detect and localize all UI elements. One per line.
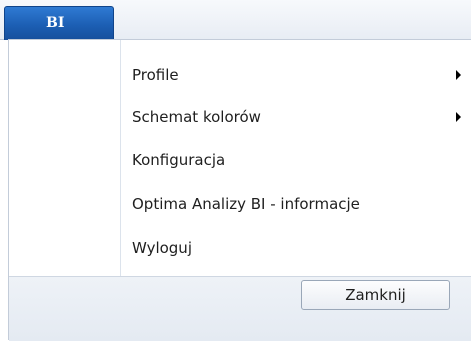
submenu-arrow-icon <box>456 112 461 122</box>
menu-item-label: Optima Analizy BI - informacje <box>132 195 360 213</box>
menu-item-label: Wyloguj <box>132 239 192 257</box>
menu-item-label: Konfiguracja <box>132 151 226 169</box>
close-button[interactable]: Zamknij <box>301 280 450 310</box>
menu-item-profile[interactable]: Profile <box>122 53 467 97</box>
menu-left-column <box>9 40 121 276</box>
menu-item-about[interactable]: Optima Analizy BI - informacje <box>122 182 467 226</box>
menu-item-logout[interactable]: Wyloguj <box>122 226 467 270</box>
menu-item-label: Profile <box>132 66 179 84</box>
menu-item-label: Schemat kolorów <box>132 108 261 126</box>
submenu-arrow-icon <box>456 70 461 80</box>
menu-item-color-scheme[interactable]: Schemat kolorów <box>122 95 467 139</box>
menu-item-configuration[interactable]: Konfiguracja <box>122 138 467 182</box>
application-menu-tab[interactable]: BI <box>4 6 114 40</box>
